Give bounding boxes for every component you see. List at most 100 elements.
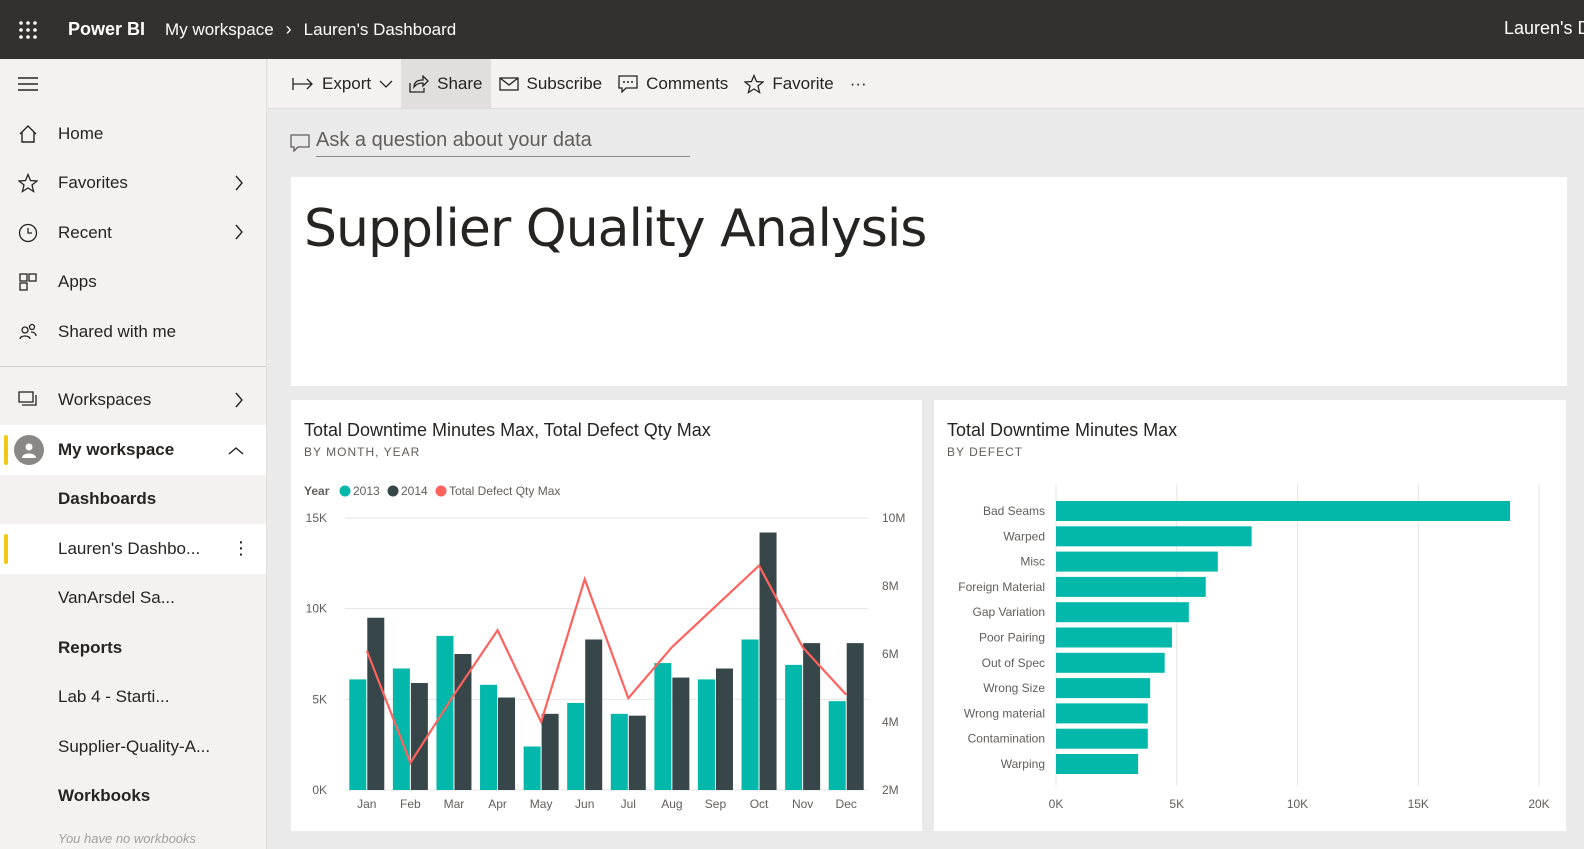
section-reports[interactable]: Reports xyxy=(0,623,266,673)
nav-home-label: Home xyxy=(58,123,104,143)
sidebar-item-label: Lauren's Dashbo... xyxy=(58,538,201,558)
x-tick-label: Aug xyxy=(661,797,682,811)
nav-favorites[interactable]: Favorites xyxy=(0,159,266,209)
chevron-right-icon[interactable] xyxy=(234,392,244,413)
bar-2013-may xyxy=(523,746,541,790)
chevron-up-icon[interactable] xyxy=(228,441,244,461)
y-category-label: Bad Seams xyxy=(983,504,1045,518)
bar-contamination xyxy=(1056,728,1148,749)
y-category-label: Foreign Material xyxy=(958,580,1045,594)
chevron-down-icon xyxy=(379,80,393,88)
y2-tick-label: 2M xyxy=(882,783,899,797)
nav-shared[interactable]: Shared with me xyxy=(0,307,266,357)
x-tick-label: Nov xyxy=(792,797,813,811)
bar-2014-dec xyxy=(846,643,864,790)
top-bar: Power BI My workspace › Lauren's Dashboa… xyxy=(0,0,1584,59)
nav-workspaces[interactable]: Workspaces xyxy=(0,376,266,426)
user-name[interactable]: Lauren's D xyxy=(1504,18,1584,39)
section-workbooks[interactable]: Workbooks xyxy=(0,772,266,822)
bar-2013-aug xyxy=(654,663,672,790)
brand-name[interactable]: Power BI xyxy=(68,19,145,40)
y-category-label: Wrong Size xyxy=(983,681,1045,695)
legend-marker-2014 xyxy=(387,485,399,497)
hamburger-menu-icon[interactable] xyxy=(0,59,266,109)
section-dashboards[interactable]: Dashboards xyxy=(0,475,266,525)
action-bar: Export Share Subscribe Comments Favorite… xyxy=(268,58,1584,109)
x-tick-label: Jul xyxy=(621,797,636,811)
nav-my-workspace-label: My workspace xyxy=(58,439,175,459)
breadcrumb-dashboard: Lauren's Dashboard xyxy=(303,19,457,39)
bar-bad-seams xyxy=(1056,501,1511,521)
legend-label: Total Defect Qty Max xyxy=(449,484,560,498)
y-category-label: Out of Spec xyxy=(982,656,1045,670)
nav-recent-label: Recent xyxy=(58,222,112,242)
chevron-right-icon[interactable] xyxy=(234,224,244,245)
y-category-label: Warped xyxy=(1003,529,1045,543)
breadcrumb-workspace[interactable]: My workspace xyxy=(165,20,274,40)
sidebar-item-laurens-dashboard[interactable]: Lauren's Dashbo... ⋮ xyxy=(0,524,266,574)
legend-marker-total-defect-qty-max xyxy=(435,485,447,497)
bar-2013-apr xyxy=(480,684,498,790)
apps-icon xyxy=(0,272,58,292)
x-tick-label: 5K xyxy=(1169,797,1184,811)
bar-2014-may xyxy=(541,713,559,790)
subscribe-label: Subscribe xyxy=(526,73,603,93)
x-tick-label: 0K xyxy=(1049,797,1064,811)
share-icon xyxy=(409,74,430,93)
combo-chart-tile[interactable]: Total Downtime Minutes Max, Total Defect… xyxy=(291,400,922,831)
export-icon xyxy=(292,77,313,90)
export-label: Export xyxy=(322,73,372,93)
qa-box[interactable]: Ask a question about your data xyxy=(290,129,690,157)
mail-icon xyxy=(498,76,519,91)
bar-warped xyxy=(1056,526,1252,547)
nav-recent[interactable]: Recent xyxy=(0,208,266,258)
nav-favorites-label: Favorites xyxy=(58,173,128,193)
y-category-label: Contamination xyxy=(968,732,1045,746)
combo-chart: Year 2013 2014 Total Defect Qty Max 0K 5K 10K 1… xyxy=(304,484,905,811)
sidebar-item-vanarsdel[interactable]: VanArsdel Sa... xyxy=(0,574,266,624)
sidebar-item-lab4[interactable]: Lab 4 - Starti... xyxy=(0,673,266,723)
sidebar-item-supplier-quality[interactable]: Supplier-Quality-A... xyxy=(0,722,266,772)
bar-2013-nov xyxy=(785,664,803,790)
clock-icon xyxy=(0,223,58,243)
bar-2014-sep xyxy=(715,668,733,790)
share-button[interactable]: Share xyxy=(401,58,491,109)
export-button[interactable]: Export xyxy=(284,59,401,109)
y2-tick-label: 6M xyxy=(882,647,899,661)
legend-title: Year xyxy=(304,484,330,498)
subscribe-button[interactable]: Subscribe xyxy=(491,59,611,109)
qa-input[interactable]: Ask a question about your data xyxy=(316,129,690,157)
bar-warping xyxy=(1056,754,1139,774)
chart1-legend: Year 2013 2014 Total Defect Qty Max xyxy=(304,484,560,498)
x-tick-label: Jun xyxy=(575,797,594,811)
bar-2014-jan xyxy=(367,617,385,790)
nav-my-workspace[interactable]: My workspace xyxy=(0,425,266,475)
x-tick-label: May xyxy=(530,797,553,811)
x-tick-label: Feb xyxy=(400,797,421,811)
active-indicator xyxy=(4,534,8,564)
x-tick-label: 10K xyxy=(1287,797,1308,811)
no-workbooks-text: You have no workbooks xyxy=(58,831,197,846)
more-options-button[interactable]: ··· xyxy=(842,59,875,109)
more-options-icon[interactable]: ⋮ xyxy=(232,538,250,559)
bar-wrong-material xyxy=(1056,703,1148,724)
x-tick-label: Oct xyxy=(750,797,769,811)
bar-2014-aug xyxy=(672,677,690,790)
bar-chart-tile[interactable]: Total Downtime Minutes Max BY DEFECT 0K 5… xyxy=(934,400,1566,831)
app-launcher-icon[interactable] xyxy=(0,0,56,59)
x-tick-label: Dec xyxy=(836,797,857,811)
bar-2013-mar xyxy=(436,635,454,790)
bar-2013-jan xyxy=(349,679,367,790)
chevron-right-icon[interactable] xyxy=(234,175,244,196)
star-icon xyxy=(0,173,58,194)
bar-2014-jul xyxy=(628,715,646,790)
more-icon: ··· xyxy=(849,73,867,93)
nav-home[interactable]: Home xyxy=(0,109,266,159)
legend-marker-2013 xyxy=(339,485,351,497)
nav-apps[interactable]: Apps xyxy=(0,258,266,308)
title-tile[interactable]: Supplier Quality Analysis xyxy=(291,177,1567,386)
comments-button[interactable]: Comments xyxy=(610,59,736,109)
bar-gap-variation xyxy=(1056,602,1189,623)
y-category-label: Warping xyxy=(1001,757,1045,771)
favorite-button[interactable]: Favorite xyxy=(736,59,841,109)
